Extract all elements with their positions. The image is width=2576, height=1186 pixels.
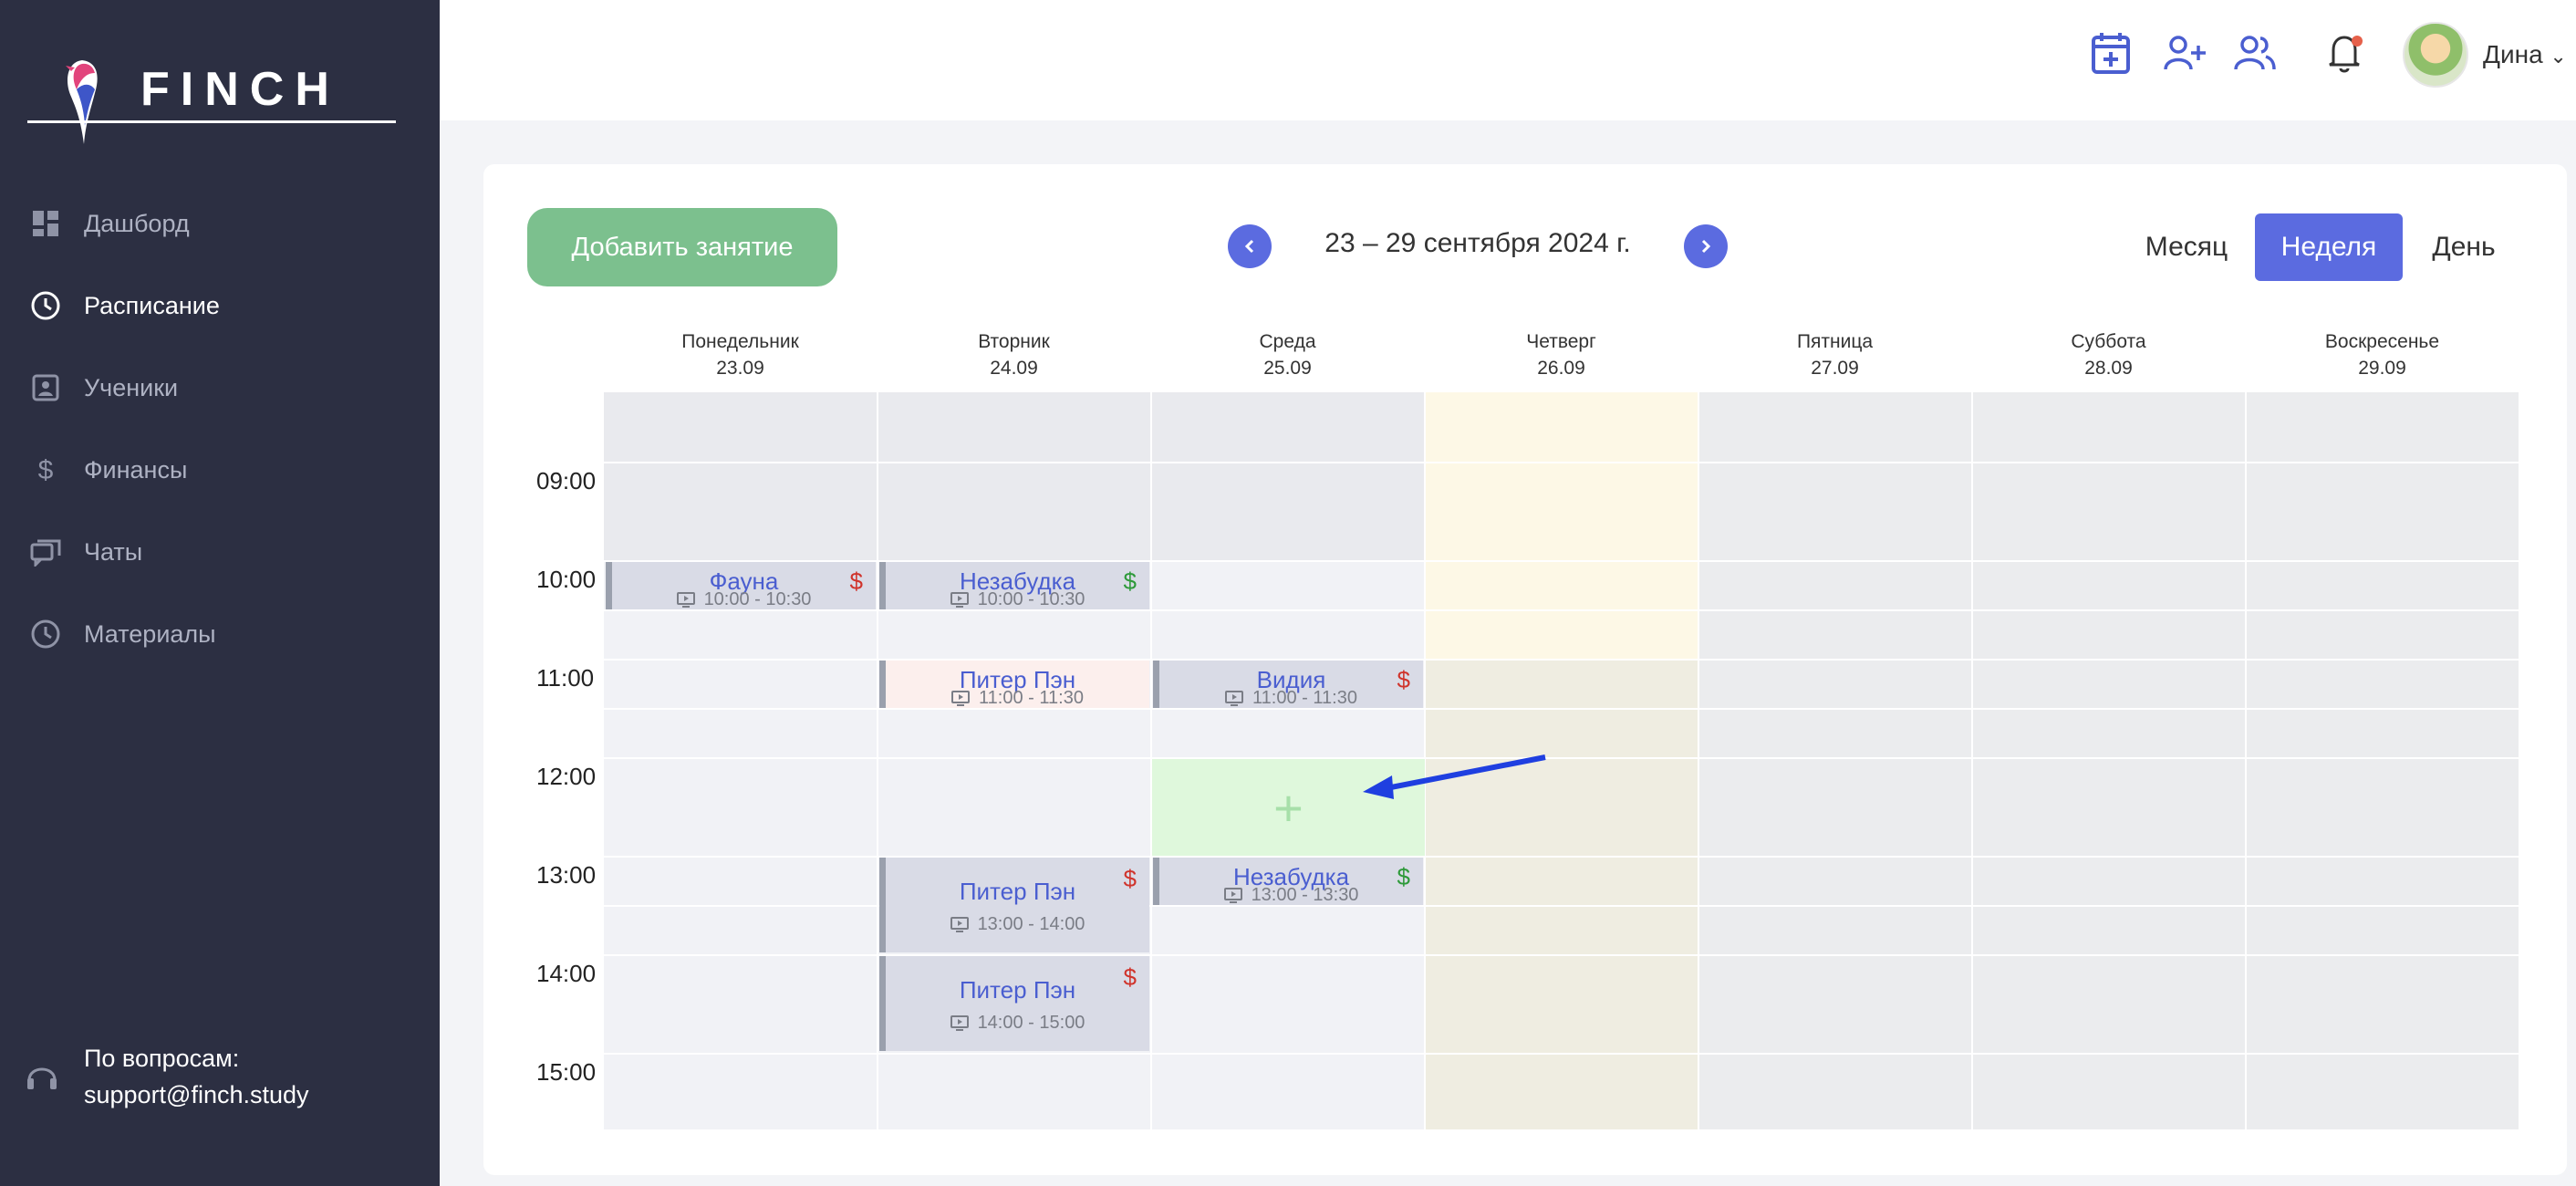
- sidebar-nav: Дашборд Расписание Ученики $ Финансы Чат…: [0, 182, 440, 675]
- clock-icon: [29, 289, 62, 322]
- day-header-fri: Пятница 27.09: [1796, 331, 1874, 379]
- sidebar-item-label: Ученики: [84, 373, 179, 401]
- chevron-down-icon: ⌄: [2550, 45, 2567, 68]
- time-label: 10:00: [536, 566, 597, 593]
- sidebar-item-label: Дашборд: [84, 209, 190, 237]
- notification-dot: [2352, 36, 2363, 47]
- lesson-event[interactable]: Видия $ 11:00 - 11:30: [1153, 661, 1423, 708]
- support-email[interactable]: support@finch.study: [84, 1077, 309, 1113]
- lesson-event[interactable]: Питер Пэн $ 13:00 - 14:00: [879, 858, 1149, 952]
- finch-bird-icon: [66, 60, 98, 144]
- time-label: 15:00: [536, 1058, 597, 1086]
- time-label: 13:00: [536, 861, 597, 889]
- support-contact: По вопросам: support@finch.study: [26, 1040, 309, 1113]
- day-column-sat[interactable]: [1972, 392, 2245, 1129]
- time-label: 09:00: [536, 467, 597, 494]
- time-label: 14:00: [536, 960, 597, 987]
- day-header-wed: Среда 25.09: [1259, 331, 1316, 379]
- day-column-fri[interactable]: [1698, 392, 1971, 1129]
- grid-divider: [877, 392, 878, 1129]
- sidebar-item-materials[interactable]: Материалы: [0, 593, 440, 675]
- sidebar-item-finance[interactable]: $ Финансы: [0, 429, 440, 511]
- day-header-mon: Понедельник 23.09: [681, 331, 799, 379]
- users-icon[interactable]: [2231, 29, 2279, 77]
- unpaid-dollar-icon: $: [1123, 865, 1137, 892]
- day-column-sun[interactable]: [2246, 392, 2519, 1129]
- clock-icon: [29, 618, 62, 650]
- support-label: По вопросам:: [84, 1045, 240, 1072]
- svg-text:$: $: [38, 455, 54, 484]
- grid-divider: [2245, 392, 2247, 1129]
- avatar[interactable]: [2403, 22, 2468, 88]
- grid-line: [604, 757, 2521, 759]
- grid-line: [604, 1053, 2521, 1055]
- lesson-event[interactable]: Незабудка $ 10:00 - 10:30: [879, 562, 1149, 609]
- brand-name: FINCH: [140, 63, 340, 116]
- event-time: 10:00 - 10:30: [612, 589, 876, 610]
- online-lesson-icon: [951, 690, 971, 706]
- chevron-left-icon: [1244, 239, 1254, 254]
- day-column-mon[interactable]: [604, 392, 877, 1129]
- dashboard-icon: [29, 207, 62, 240]
- event-student-name: Питер Пэн: [959, 878, 1076, 905]
- view-day-button[interactable]: День: [2423, 213, 2505, 281]
- sidebar-item-label: Материалы: [84, 619, 216, 648]
- event-time: 13:00 - 13:30: [1159, 885, 1423, 906]
- annotation-arrow-icon: [1363, 754, 1546, 799]
- online-lesson-icon: [950, 591, 969, 608]
- sidebar-item-label: Расписание: [84, 291, 220, 319]
- prev-week-button[interactable]: [1228, 224, 1272, 268]
- student-card-icon: [29, 371, 62, 404]
- event-time: 13:00 - 14:00: [886, 914, 1149, 935]
- event-student-name: Питер Пэн: [959, 976, 1076, 1004]
- user-name: Дина: [2483, 40, 2543, 68]
- event-time: 11:00 - 11:30: [886, 688, 1149, 709]
- sidebar-item-students[interactable]: Ученики: [0, 347, 440, 429]
- day-header-tue: Вторник 24.09: [978, 331, 1050, 379]
- grid-divider: [1971, 392, 1973, 1129]
- unpaid-dollar-icon: $: [1123, 963, 1137, 991]
- time-label: 12:00: [536, 763, 597, 790]
- event-time: 14:00 - 15:00: [886, 1013, 1149, 1034]
- grid-line: [604, 462, 2521, 463]
- online-lesson-icon: [676, 591, 695, 608]
- dollar-icon: $: [29, 453, 62, 486]
- plus-icon: +: [1273, 778, 1304, 837]
- view-week-button[interactable]: Неделя: [2255, 213, 2403, 281]
- online-lesson-icon: [1223, 887, 1242, 903]
- grid-divider: [1698, 392, 1699, 1129]
- calendar-add-icon[interactable]: [2087, 29, 2135, 77]
- lesson-event[interactable]: Фауна $ 10:00 - 10:30: [606, 562, 876, 609]
- sidebar-item-label: Чаты: [84, 537, 143, 566]
- time-label: 11:00: [536, 664, 595, 692]
- online-lesson-icon: [1225, 690, 1244, 706]
- logo-underline: [27, 120, 396, 123]
- lesson-event[interactable]: Питер Пэн $ 14:00 - 15:00: [879, 956, 1149, 1051]
- event-time: 10:00 - 10:30: [886, 589, 1149, 610]
- day-header-sun: Воскресенье 29.09: [2324, 331, 2440, 379]
- online-lesson-icon: [950, 1014, 969, 1031]
- add-lesson-button[interactable]: Добавить занятие: [527, 208, 837, 286]
- online-lesson-icon: [950, 916, 969, 932]
- bell-icon[interactable]: [2322, 29, 2370, 77]
- lesson-event[interactable]: Незабудка $ 13:00 - 13:30: [1153, 858, 1423, 905]
- sidebar: FINCH Дашборд Расписание Ученики $ Финан…: [0, 0, 440, 1186]
- sidebar-item-chats[interactable]: Чаты: [0, 511, 440, 593]
- chevron-right-icon: [1701, 239, 1711, 254]
- chat-icon: [29, 536, 62, 568]
- sidebar-item-label: Финансы: [84, 455, 188, 484]
- lesson-event[interactable]: Питер Пэн 11:00 - 11:30: [879, 661, 1149, 708]
- view-month-button[interactable]: Месяц: [2131, 213, 2242, 281]
- user-menu[interactable]: Дина ⌄: [2483, 40, 2567, 69]
- sidebar-item-dashboard[interactable]: Дашборд: [0, 182, 440, 265]
- day-header-thu: Четверг 26.09: [1526, 331, 1596, 379]
- next-week-button[interactable]: [1684, 224, 1728, 268]
- sidebar-item-schedule[interactable]: Расписание: [0, 265, 440, 347]
- event-time: 11:00 - 11:30: [1159, 688, 1423, 709]
- date-range: 23 – 29 сентября 2024 г.: [1324, 228, 1631, 258]
- logo[interactable]: FINCH: [27, 51, 396, 144]
- day-header-sat: Суббота 28.09: [2071, 331, 2146, 379]
- headset-icon: [26, 1060, 62, 1097]
- add-user-icon[interactable]: [2162, 29, 2209, 77]
